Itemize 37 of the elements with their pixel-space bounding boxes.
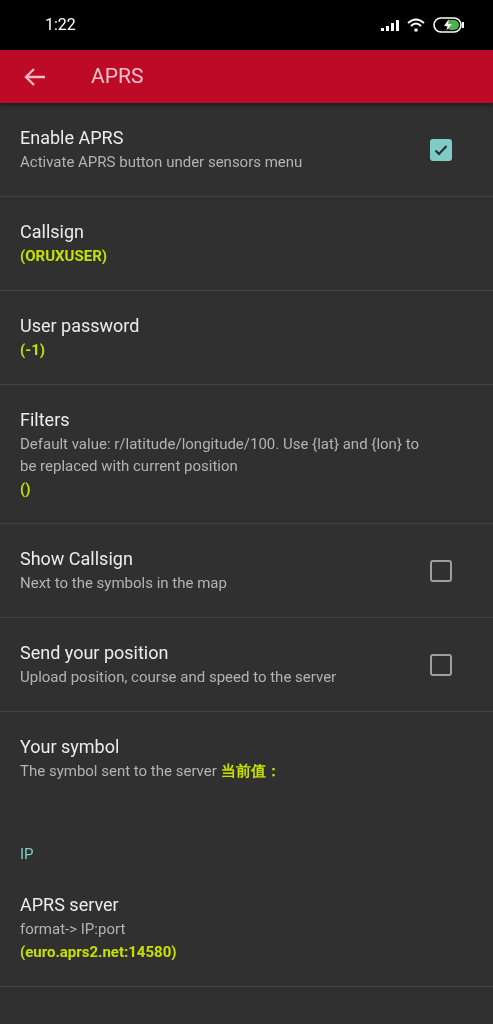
wifi-icon xyxy=(407,18,425,32)
preference-row[interactable]: Send your position Upload position, course and speed to the server xyxy=(0,618,493,711)
preference-summary: Default value: r/latitude/longitude/100. Use {lat} and {lon} to be replaced with current position xyxy=(20,434,420,477)
preference-value: (ORUXUSER) xyxy=(20,246,109,267)
category-header: IP xyxy=(19,844,35,865)
checkmark-icon xyxy=(434,143,448,156)
preference-title: Enable APRS xyxy=(20,126,125,150)
preference-row[interactable]: Filters Default value: r/latitude/longitude/100. Use {lat} and {lon} to be replaced with current position () xyxy=(0,385,493,523)
preference-title: Your symbol xyxy=(20,735,121,759)
preference-row[interactable]: Show Callsign Next to the symbols in the map xyxy=(0,524,493,617)
preference-row[interactable]: Callsign (ORUXUSER) xyxy=(0,197,493,290)
preference-row[interactable]: User password (-1) xyxy=(0,291,493,384)
preference-summary: format-> IP:port xyxy=(20,918,127,940)
preference-value: (euro.aprs2.net:14580) xyxy=(20,941,178,963)
toolbar-title: APRS xyxy=(91,62,144,90)
checkbox[interactable] xyxy=(430,559,452,582)
status-time: 1:22 xyxy=(45,14,76,36)
preference-title: Callsign xyxy=(20,220,85,244)
preference-value: () xyxy=(20,479,32,500)
preference-title: Show Callsign xyxy=(20,547,134,571)
preference-summary: Upload position, course and speed to the server xyxy=(20,667,338,688)
preference-row[interactable]: APRS server format-> IP:port (euro.aprs2.net:14580) xyxy=(0,869,493,986)
preference-title: Filters xyxy=(20,408,71,432)
back-arrow-icon xyxy=(24,66,46,87)
preference-title: APRS server xyxy=(20,892,120,917)
preference-row[interactable]: Your symbol The symbol sent to the server 当前值： xyxy=(0,712,493,805)
preference-title: User password xyxy=(20,314,141,338)
preference-value: (-1) xyxy=(20,340,47,361)
battery-icon xyxy=(433,17,465,33)
checkbox[interactable] xyxy=(430,138,452,161)
preference-summary: The symbol sent to the server 当前值： xyxy=(20,761,282,782)
preference-summary: Activate APRS button under sensors menu xyxy=(20,152,304,173)
preference-row[interactable]: Enable APRS Activate APRS button under sensors menu xyxy=(0,103,493,196)
preference-summary: Next to the symbols in the map xyxy=(20,573,228,594)
checkbox[interactable] xyxy=(430,653,452,676)
signal-icon xyxy=(381,19,399,31)
preference-title: Send your position xyxy=(20,641,170,665)
